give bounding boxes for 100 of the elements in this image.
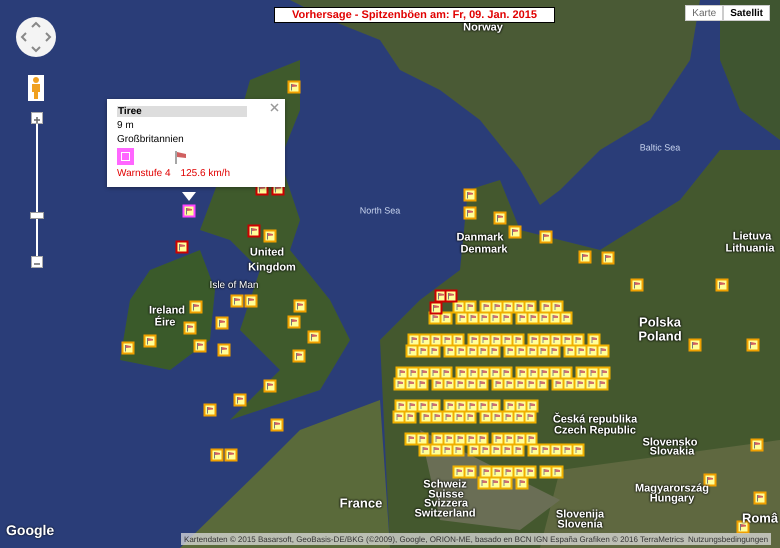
flag-marker[interactable] [176, 240, 188, 254]
attribution-text: Kartendaten © 2015 Basarsoft, GeoBasis-DE/BKG (©2009), Google, ORION-ME, basado en BCN IGN España Grafiken © 2016 TerraMetrics [184, 534, 684, 544]
flag-marker[interactable] [288, 316, 300, 328]
flag-marker[interactable] [508, 226, 522, 238]
google-logo: Google [6, 522, 54, 538]
map-label: Isle of Man [210, 281, 258, 291]
map-label: Danmark [456, 232, 504, 244]
flag-icon [196, 342, 204, 350]
flag-icon [432, 304, 440, 312]
map-label: Česká republika [552, 414, 638, 426]
flag-icon [218, 320, 226, 326]
flag-marker[interactable] [688, 338, 702, 352]
flag-icon [582, 254, 588, 260]
flag-marker[interactable] [602, 252, 614, 264]
flag-marker[interactable] [194, 340, 206, 352]
flag-marker[interactable] [216, 316, 228, 330]
flag-icon [214, 452, 220, 458]
flag-icon [290, 318, 298, 326]
flag-icon [310, 334, 318, 340]
map-label: Baltic Sea [640, 144, 680, 152]
flag-marker[interactable] [308, 330, 320, 344]
popup-pointer [182, 192, 196, 201]
terms-link[interactable]: Nutzungsbedingungen [688, 534, 768, 544]
map-type-button[interactable]: Karte [685, 5, 724, 21]
flag-icon [466, 210, 474, 216]
flag-icon [220, 346, 228, 354]
flag-marker[interactable] [264, 380, 276, 392]
map-label: Ireland [148, 306, 186, 316]
flag-marker[interactable] [464, 206, 476, 220]
map-label: Denmark [460, 244, 508, 256]
flag-marker[interactable] [182, 204, 196, 218]
flag-marker[interactable] [210, 448, 224, 462]
map-label: Slovenija [556, 510, 604, 520]
flag-marker[interactable] [746, 338, 760, 352]
close-icon[interactable] [270, 103, 279, 112]
warning-level-text: Warnstufe 4 [117, 168, 171, 179]
flag-icon [228, 452, 234, 458]
flag-icon [496, 214, 504, 222]
flag-marker[interactable] [184, 322, 196, 334]
zoom-in-button[interactable] [31, 112, 43, 124]
map-type-button[interactable]: Satellit [723, 5, 770, 21]
map-label: United [250, 248, 284, 258]
flag-marker[interactable] [630, 278, 644, 292]
flag-icon [192, 304, 200, 310]
person-icon[interactable] [28, 75, 44, 101]
flag-marker[interactable] [578, 250, 592, 264]
flag-marker[interactable] [244, 294, 258, 308]
flag-marker[interactable] [230, 294, 244, 308]
flag-marker[interactable] [430, 302, 442, 314]
map-label: Slovakia [650, 446, 694, 458]
flag-icon [706, 476, 714, 484]
flag-marker[interactable] [444, 290, 458, 302]
flag-marker[interactable] [190, 300, 202, 314]
flag-marker[interactable] [716, 278, 728, 292]
flag-marker[interactable] [294, 300, 306, 312]
flag-icon [236, 396, 244, 404]
zoom-slider-thumb[interactable] [30, 212, 44, 220]
flag-marker[interactable] [234, 394, 246, 406]
flag-marker[interactable] [494, 212, 506, 224]
flag-icon [206, 406, 214, 414]
flag-marker[interactable] [218, 344, 230, 356]
flag-icon [754, 442, 760, 448]
map-label: Româ [742, 512, 778, 524]
map-label: Polska [639, 316, 681, 328]
map-label: Éire [154, 318, 176, 328]
flag-icon [718, 282, 726, 288]
flag-icon [438, 292, 444, 300]
flag-marker[interactable] [144, 334, 156, 348]
flag-marker[interactable] [754, 492, 766, 504]
flag-icon [266, 382, 274, 390]
flag-icon [186, 208, 192, 214]
map-label: Czech Republic [554, 426, 636, 436]
zoom-out-button[interactable] [31, 256, 43, 268]
flag-marker[interactable] [224, 448, 238, 462]
flag-marker[interactable] [204, 404, 216, 416]
flag-icon [542, 234, 550, 240]
flag-marker[interactable] [292, 350, 306, 362]
flag-marker[interactable] [122, 342, 134, 354]
station-name: Tiree [117, 106, 247, 117]
flag-icon [466, 192, 474, 198]
flag-marker[interactable] [464, 188, 476, 202]
flag-icon [274, 422, 280, 428]
flag-icon [756, 494, 764, 502]
map-label: Poland [638, 330, 682, 342]
flag-marker[interactable] [248, 224, 260, 238]
map-label: Lithuania [726, 244, 774, 254]
flag-marker[interactable] [270, 418, 284, 432]
flag-icon [740, 524, 746, 530]
station-country: Großbritannien [117, 134, 185, 145]
map-label: Svizzera [424, 498, 468, 510]
map-label: Hungary [650, 494, 694, 504]
flag-icon [448, 292, 454, 300]
flag-icon [296, 352, 302, 360]
map-label: Schweiz [423, 480, 467, 490]
flag-icon [750, 342, 756, 348]
flag-marker[interactable] [750, 438, 764, 452]
pan-control-icon[interactable] [16, 17, 56, 57]
flag-marker[interactable] [288, 80, 300, 94]
flag-marker[interactable] [264, 230, 276, 242]
flag-marker[interactable] [540, 230, 552, 244]
